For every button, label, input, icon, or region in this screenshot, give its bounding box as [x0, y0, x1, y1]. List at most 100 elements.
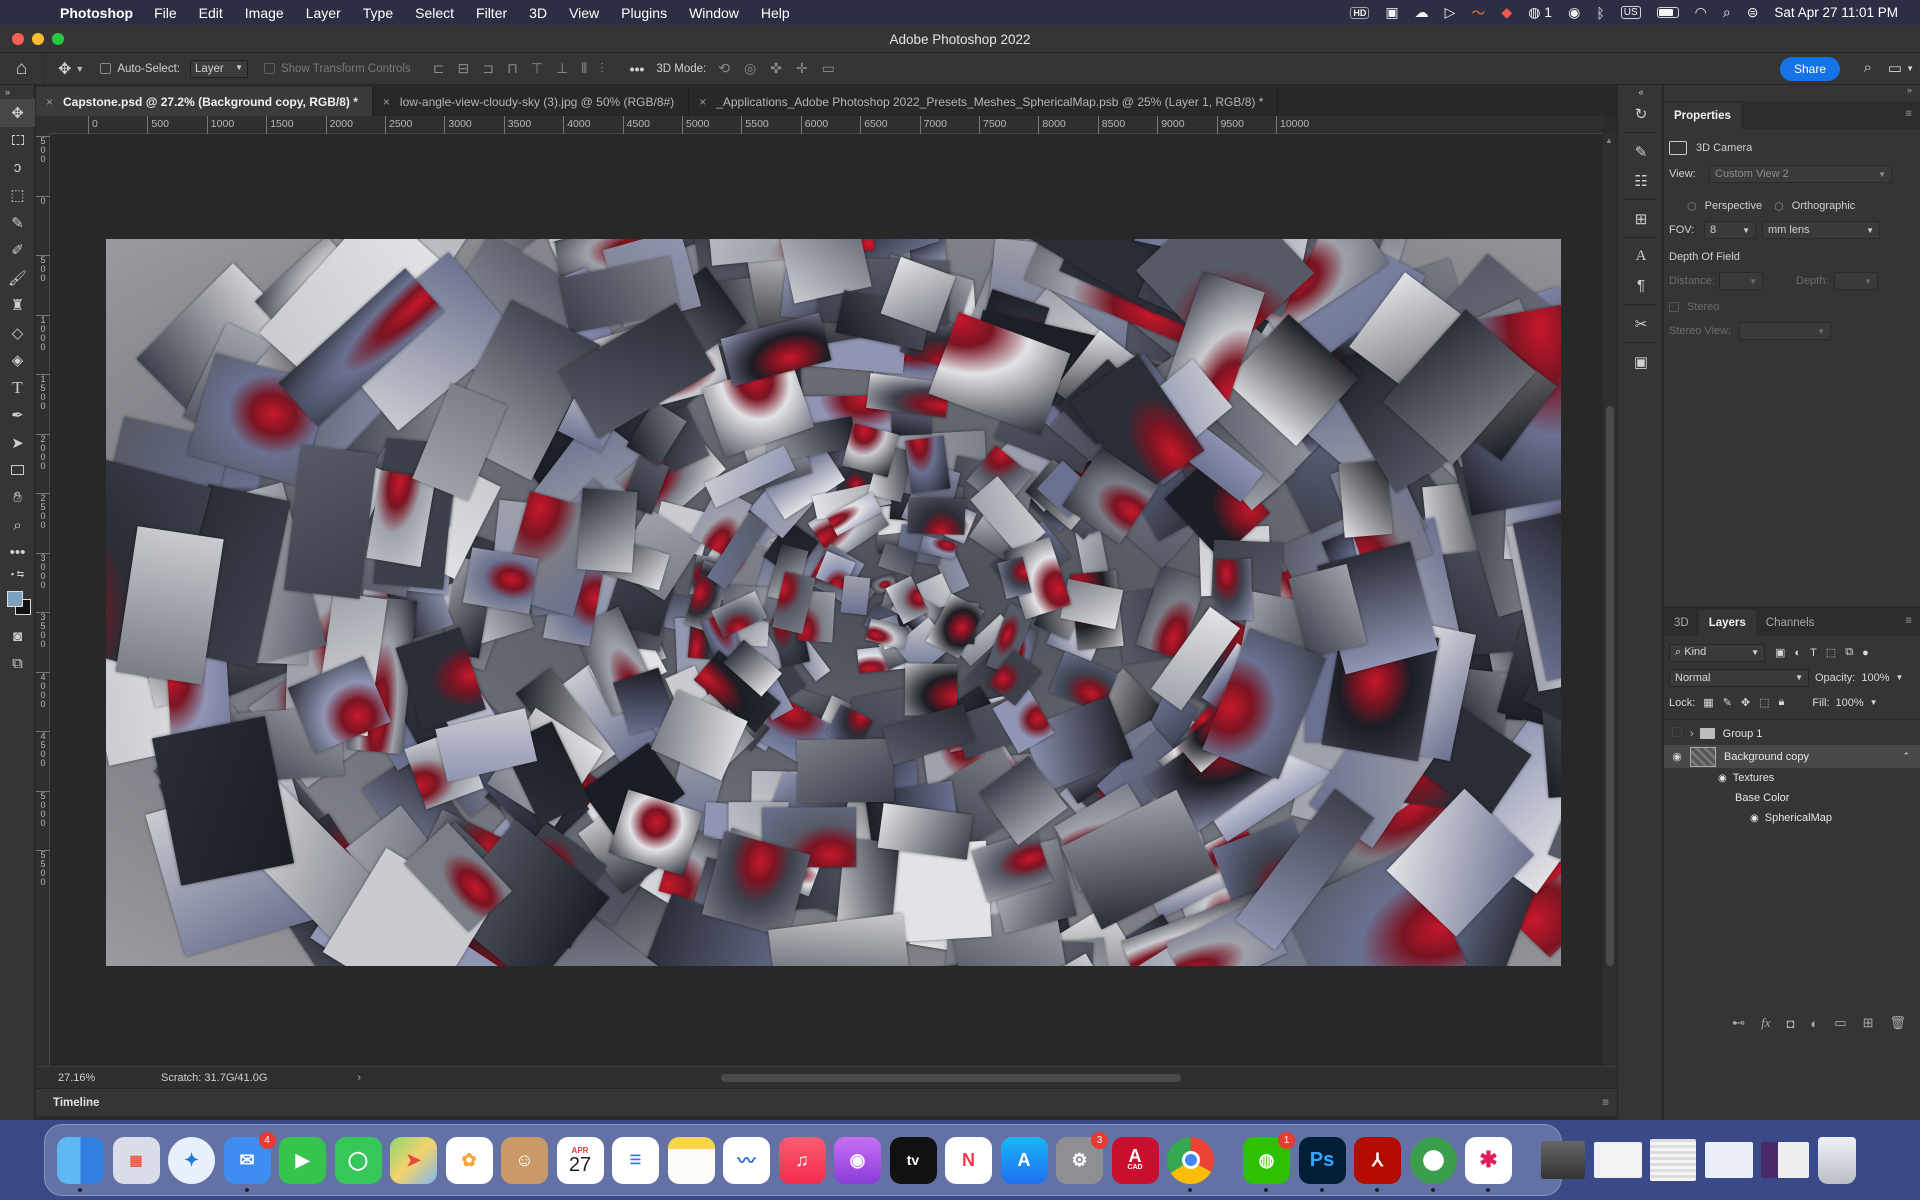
eyedropper-tool[interactable]: ✎ [0, 209, 35, 237]
view-dropdown[interactable]: Custom View 2 ▼ [1709, 165, 1892, 183]
podcasts-icon[interactable]: ◉ [834, 1136, 881, 1184]
menu-edit[interactable]: Edit [188, 5, 234, 21]
tab-properties[interactable]: Properties [1664, 103, 1741, 129]
menubar-clock[interactable]: Sat Apr 27 11:01 PM [1774, 5, 1898, 20]
default-colors-button[interactable]: ▪ ⇆ [0, 567, 35, 583]
hand-tool[interactable]: ✋︎ [0, 484, 35, 512]
hd-icon[interactable]: HD [1350, 6, 1370, 19]
marquee-tool[interactable] [0, 127, 35, 155]
libraries-panel-icon[interactable]: ⊞ [1618, 204, 1664, 233]
layer-row-group-1[interactable]: › Group 1 [1664, 722, 1920, 745]
layer-style-fx-icon[interactable]: fx [1761, 1015, 1770, 1031]
horizontal-scroll-thumb[interactable] [721, 1074, 1181, 1082]
new-layer-icon[interactable]: ⊞ [1863, 1015, 1874, 1031]
play-icon[interactable]: ▷ [1445, 4, 1456, 21]
eraser-tool[interactable]: ◇ [0, 319, 35, 347]
freeform-icon[interactable]: 〰 [723, 1136, 770, 1184]
menu-3d[interactable]: 3D [518, 5, 558, 21]
filter-smart-object-icon[interactable]: ⧉ [1845, 646, 1853, 659]
photoshop-icon[interactable]: Ps [1298, 1136, 1346, 1192]
menu-layer[interactable]: Layer [295, 5, 352, 21]
vertical-scrollbar[interactable]: ▲ [1603, 134, 1617, 1077]
filter-shape-icon[interactable]: ⬚ [1826, 646, 1836, 659]
trash-icon[interactable] [1817, 1136, 1856, 1184]
align-left-icon[interactable]: ⊏ [433, 60, 445, 77]
tab-cloudy-sky[interactable]: × low-angle-view-cloudy-sky (3).jpg @ 50… [373, 87, 690, 116]
filter-type-icon[interactable]: T [1810, 647, 1817, 659]
chevron-down-icon[interactable]: ▼ [75, 64, 84, 74]
quick-mask-button[interactable]: ◙ [0, 623, 35, 651]
slack-icon[interactable]: ✱ [1465, 1136, 1512, 1192]
vertical-scroll-thumb[interactable] [1606, 406, 1614, 966]
chevron-down-icon[interactable]: ▼ [1870, 698, 1878, 707]
align-top-icon[interactable]: ⊓ [507, 60, 518, 77]
layer-row-background-copy[interactable]: ◉ Background copy ⌃ [1664, 745, 1920, 768]
status-info-arrow[interactable]: › [357, 1072, 361, 1084]
visibility-toggle-off[interactable] [1664, 727, 1690, 740]
finder-icon[interactable] [57, 1136, 104, 1192]
auto-select-target-dropdown[interactable]: Layer ▼ [189, 59, 248, 78]
blend-mode-dropdown[interactable]: Normal ▼ [1669, 668, 1809, 687]
collapse-right-panels-icon[interactable]: » [1664, 85, 1920, 101]
healing-brush-tool[interactable]: ✐ [0, 237, 35, 265]
share-button[interactable]: Share [1779, 57, 1840, 81]
menu-plugins[interactable]: Plugins [610, 5, 678, 21]
app-menu-photoshop[interactable]: Photoshop [60, 5, 133, 21]
menu-select[interactable]: Select [404, 5, 465, 21]
properties-panel-icon[interactable]: ▣ [1618, 347, 1664, 376]
notes-icon[interactable]: ▣ [1385, 4, 1398, 21]
menu-view[interactable]: View [558, 5, 610, 21]
tab-3d[interactable]: 3D [1664, 617, 1699, 636]
brush-tool[interactable]: 🖌︎ [0, 264, 35, 292]
menu-filter[interactable]: Filter [465, 5, 518, 21]
object-selection-tool[interactable]: ⬚ [0, 182, 35, 210]
chevron-down-icon[interactable]: ▼ [1896, 673, 1904, 682]
document-canvas-artwork[interactable] [106, 239, 1561, 966]
move-tool-preset-icon[interactable]: ✥ [58, 59, 71, 79]
home-button[interactable]: ⌂ [0, 52, 44, 85]
wechat-icon[interactable]: ◍ 1 [1243, 1131, 1295, 1192]
zoom-tool[interactable]: ⌕ [0, 512, 35, 540]
reminders-icon[interactable]: ☰ [612, 1136, 659, 1184]
timeline-menu-icon[interactable]: ≡ [1602, 1097, 1609, 1109]
photos-icon[interactable]: ✿ [445, 1136, 493, 1184]
wifi-icon[interactable]: ◠ [1695, 4, 1707, 21]
expand-panels-icon[interactable]: « [1618, 85, 1664, 99]
orthographic-cube-icon[interactable]: ⬡ [1774, 200, 1784, 213]
ruler-origin[interactable] [36, 116, 50, 134]
workspace-chevron-icon[interactable]: ▼ [1906, 64, 1914, 73]
filter-pixel-icon[interactable]: ▣ [1775, 646, 1785, 659]
safari-icon[interactable]: ✦ [168, 1136, 215, 1184]
history-panel-icon[interactable]: ↻ [1618, 99, 1664, 128]
zoom-level-field[interactable]: 27.16% [36, 1072, 95, 1084]
launchpad-icon[interactable]: ▦ [112, 1136, 160, 1184]
lock-artboard-icon[interactable]: ⬚ [1759, 696, 1769, 709]
pen-tool[interactable]: ✒ [0, 402, 35, 430]
maps-icon[interactable]: ➤ [390, 1136, 437, 1184]
collapse-toolbar-icon[interactable]: » [0, 85, 35, 99]
lasso-tool[interactable]: ↄ [0, 154, 35, 182]
bluetooth-icon[interactable]: ᛒ [1596, 5, 1604, 21]
rectangle-tool[interactable] [0, 457, 35, 485]
orbit-3d-icon[interactable]: ⟲ [718, 60, 730, 77]
opacity-field[interactable]: 100% [1861, 672, 1889, 684]
menu-help[interactable]: Help [750, 5, 801, 21]
perspective-cube-icon[interactable]: ⬡ [1687, 200, 1697, 213]
adobe-notifications-icon[interactable]: ◆ [1501, 4, 1512, 21]
path-selection-tool[interactable]: ➤ [0, 429, 35, 457]
filter-toggle-icon[interactable]: ● [1862, 647, 1869, 659]
apple-tv-icon[interactable]: tv [889, 1136, 937, 1184]
layer-row-textures[interactable]: ◉ Textures [1664, 768, 1920, 788]
camera-3d-icon[interactable]: ▭ [822, 60, 835, 77]
autocad-icon[interactable]: A CAD [1111, 1136, 1159, 1184]
tab-channels[interactable]: Channels [1756, 617, 1825, 636]
close-tab-icon[interactable]: × [46, 95, 53, 109]
eye-icon[interactable]: ◉ [1664, 750, 1690, 763]
horizontal-ruler[interactable]: 0 500 1000 1500 2000 2500 3000 3500 4000 4500 5000… [50, 116, 1603, 134]
brushes-panel-icon[interactable]: ✎ [1618, 137, 1664, 166]
tab-capstone[interactable]: × Capstone.psd @ 27.2% (Background copy,… [36, 87, 373, 116]
control-center-icon[interactable]: ⊜ [1747, 4, 1759, 21]
menu-image[interactable]: Image [234, 5, 295, 21]
close-tab-icon[interactable]: × [699, 95, 706, 109]
lock-transparency-icon[interactable]: ▦ [1703, 696, 1713, 709]
